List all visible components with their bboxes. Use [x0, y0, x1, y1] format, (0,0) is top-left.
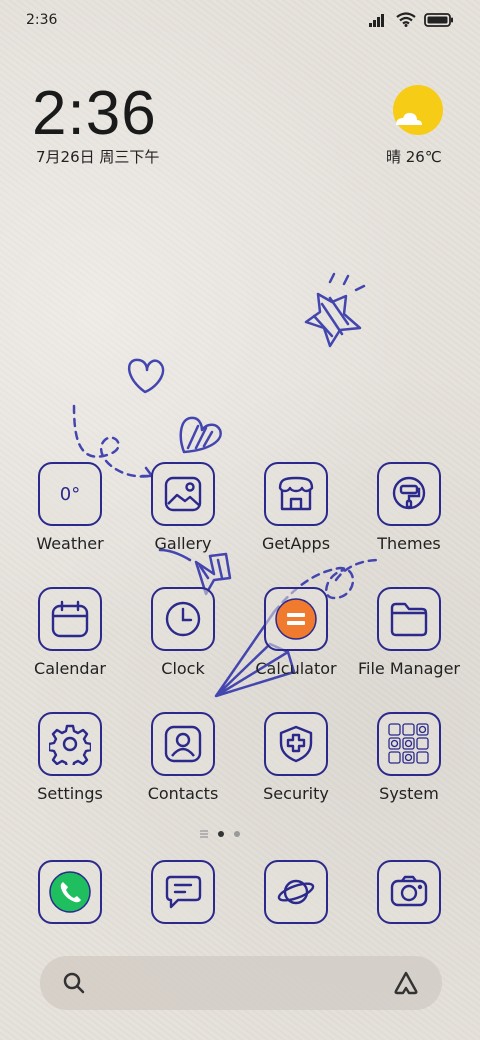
page-indicator[interactable]	[200, 830, 240, 838]
app-label: Contacts	[147, 784, 219, 803]
status-icons	[368, 12, 454, 27]
dock-camera[interactable]	[353, 860, 465, 924]
clock-widget-date: 7月26日 周三下午	[36, 148, 160, 166]
app-label: Settings	[37, 784, 103, 803]
app-label: Security	[263, 784, 329, 803]
list-icon	[200, 830, 208, 838]
calendar-icon[interactable]	[38, 587, 102, 651]
page-dot	[234, 831, 240, 837]
battery-icon	[424, 12, 453, 27]
app-label: Calculator	[255, 659, 337, 678]
app-label: Clock	[161, 659, 205, 678]
striped-heart-doodle	[179, 416, 222, 454]
assistant-icon[interactable]	[392, 971, 420, 995]
page-dot-active	[218, 831, 224, 837]
weather-icon[interactable]: 0°	[38, 462, 102, 526]
search-icon[interactable]	[62, 971, 86, 995]
clock-widget-time[interactable]: 2:36	[32, 78, 157, 149]
app-settings[interactable]: Settings	[14, 712, 126, 803]
gear-icon[interactable]	[38, 712, 102, 776]
gallery-icon[interactable]	[151, 462, 215, 526]
app-calculator[interactable]: Calculator	[240, 587, 352, 678]
wifi-icon	[396, 12, 416, 27]
app-security[interactable]: Security	[240, 712, 352, 803]
app-clock[interactable]: Clock	[127, 587, 239, 678]
app-contacts[interactable]: Contacts	[127, 712, 239, 803]
dock-phone[interactable]	[14, 860, 126, 924]
calculator-icon[interactable]	[264, 587, 328, 651]
app-label: Gallery	[154, 534, 212, 553]
app-file-manager[interactable]: File Manager	[353, 587, 465, 678]
store-icon[interactable]	[264, 462, 328, 526]
app-weather[interactable]: 0° Weather	[14, 462, 126, 553]
status-time: 2:36	[26, 12, 58, 28]
app-getapps[interactable]: GetApps	[240, 462, 352, 553]
dock-browser[interactable]	[240, 860, 352, 924]
contact-icon[interactable]	[151, 712, 215, 776]
app-label: File Manager	[358, 659, 460, 678]
paint-roller-icon[interactable]	[377, 462, 441, 526]
app-themes[interactable]: Themes	[353, 462, 465, 553]
app-system-folder[interactable]: System	[353, 712, 465, 803]
app-calendar[interactable]: Calendar	[14, 587, 126, 678]
weather-tile-text: 0°	[59, 483, 81, 505]
app-label: System	[379, 784, 439, 803]
message-icon[interactable]	[151, 860, 215, 924]
app-label: Weather	[36, 534, 104, 553]
app-label: GetApps	[261, 534, 331, 553]
phone-icon[interactable]	[38, 860, 102, 924]
heart-doodle	[128, 358, 165, 394]
search-bar[interactable]	[40, 956, 442, 1010]
weather-widget-text: 晴 26℃	[386, 148, 442, 166]
app-gallery[interactable]: Gallery	[127, 462, 239, 553]
signal-icon	[369, 13, 384, 27]
clock-icon[interactable]	[151, 587, 215, 651]
app-label: Calendar	[34, 659, 106, 678]
folder-grid-icon[interactable]	[377, 712, 441, 776]
app-label: Themes	[377, 534, 441, 553]
camera-icon[interactable]	[377, 860, 441, 924]
sunny-icon[interactable]	[392, 84, 444, 136]
dock-messages[interactable]	[127, 860, 239, 924]
folder-icon[interactable]	[377, 587, 441, 651]
planet-icon[interactable]	[264, 860, 328, 924]
shield-icon[interactable]	[264, 712, 328, 776]
